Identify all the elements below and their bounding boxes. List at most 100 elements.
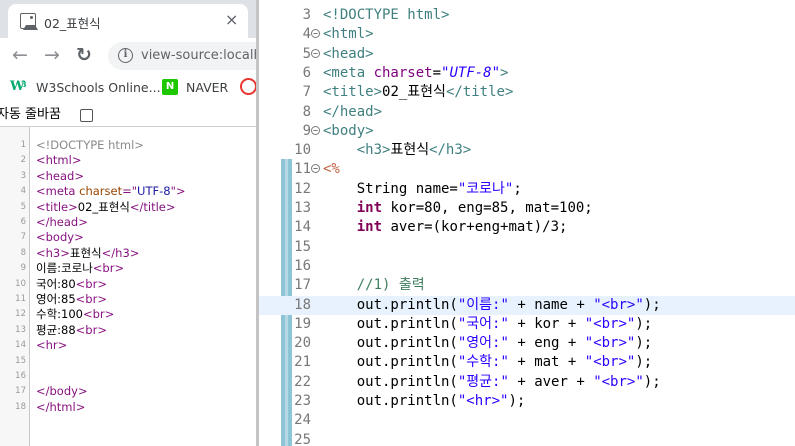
source-token: 국어:80	[36, 276, 76, 291]
code-text[interactable]: out.println("국어:" + kor + "<br>");	[323, 315, 653, 334]
code-line[interactable]: 22 out.println("평균:" + aver + "<br>");	[259, 373, 795, 392]
fold-toggle-icon[interactable]: −	[311, 125, 320, 135]
code-line[interactable]: 3 <!DOCTYPE html>	[259, 6, 795, 25]
code-token: int	[356, 200, 383, 216]
info-icon[interactable]: i	[118, 48, 133, 63]
code-line[interactable]: 17 //1) 출력	[259, 276, 795, 295]
code-line[interactable]: 9− <body>	[259, 122, 795, 141]
source-line-code: <meta charset="UTF-8">	[36, 184, 186, 199]
code-line[interactable]: 21 out.println("수학:" + mat + "<br>");	[259, 353, 795, 372]
code-line[interactable]: 14 int aver=(kor+eng+mat)/3;	[259, 218, 795, 237]
code-text[interactable]: out.println("수학:" + mat + "<br>");	[323, 353, 653, 372]
divider	[0, 126, 256, 127]
source-line-code: 수학:100<br>	[36, 307, 114, 322]
code-text[interactable]: <h3>표현식</h3>	[323, 141, 472, 160]
code-line[interactable]: 15	[259, 238, 795, 257]
source-line-number: 7	[20, 232, 26, 243]
line-number: 25	[294, 431, 311, 446]
line-number: 16	[294, 257, 311, 274]
fold-toggle-icon[interactable]: −	[311, 48, 320, 58]
code-line[interactable]: 13 int kor=80, eng=85, mat=100;	[259, 199, 795, 218]
code-line[interactable]: 24	[259, 411, 795, 430]
code-token: int	[356, 219, 383, 236]
source-line: 3 <head>	[0, 169, 256, 184]
code-text[interactable]: <html>	[323, 25, 374, 44]
code-line[interactable]: 12 String name="코로나";	[259, 180, 795, 199]
code-text[interactable]: <meta charset="UTF-8">	[323, 64, 508, 83]
bookmark-naver[interactable]: NAVER	[186, 78, 228, 98]
bookmark-w3schools[interactable]: W3Schools Online...	[36, 78, 161, 98]
line-number: 17	[294, 277, 311, 294]
current-code-line[interactable]: 18 out.println("이름:" + name + "<br>");	[259, 295, 795, 315]
source-line-number: 9	[20, 263, 26, 274]
line-number: 24	[294, 412, 311, 429]
code-line[interactable]: 23 out.println("<hr>");	[259, 392, 795, 411]
code-token: );	[643, 296, 661, 313]
code-text[interactable]: //1) 출력	[323, 276, 425, 295]
source-line: 12 수학:100<br>	[0, 307, 256, 322]
address-bar[interactable]: i view-source:localh	[108, 42, 256, 70]
source-token: </body>	[36, 384, 88, 399]
code-text[interactable]: out.println("<hr>");	[323, 392, 526, 411]
line-wrap-checkbox[interactable]	[80, 109, 93, 122]
source-line: 5 <title>02_표현식</title>	[0, 200, 256, 215]
url-text[interactable]: view-source:localh	[141, 48, 256, 63]
code-line[interactable]: 4− <html>	[259, 25, 795, 44]
code-text[interactable]: <body>	[323, 122, 374, 141]
source-line: 10 국어:80<br>	[0, 277, 256, 292]
source-line-number: 6	[20, 217, 26, 227]
source-token: <meta	[36, 184, 80, 199]
source-line-number: 10	[15, 278, 26, 289]
code-line[interactable]: 16	[259, 257, 795, 276]
code-line[interactable]: 5− <head>	[259, 45, 795, 64]
source-line-number: 3	[20, 170, 26, 181]
reload-icon[interactable]: ↻	[76, 45, 92, 65]
code-line[interactable]: 11− <%	[259, 160, 795, 179]
code-line[interactable]: 10 <h3>표현식</h3>	[259, 141, 795, 160]
line-number: 21	[294, 354, 311, 371]
back-arrow-icon[interactable]: ←	[12, 45, 28, 65]
source-token: 이름:코로나	[36, 261, 93, 276]
close-icon[interactable]: ×	[225, 10, 238, 29]
code-text[interactable]: out.println("평균:" + aver + "<br>");	[323, 373, 661, 392]
code-token: out.println(	[323, 335, 458, 352]
source-token: <head>	[36, 168, 84, 183]
fold-toggle-icon[interactable]: −	[311, 29, 320, 39]
source-line-code: <!DOCTYPE html>	[36, 138, 144, 153]
line-number: 8	[302, 103, 311, 120]
code-token: //1) 출력	[356, 277, 425, 294]
code-text[interactable]: <!DOCTYPE html>	[323, 6, 449, 25]
code-line[interactable]: 8 </head>	[259, 103, 795, 122]
red-circle-icon[interactable]	[240, 78, 256, 95]
code-text[interactable]: out.println("영어:" + eng + "<br>");	[323, 334, 653, 353]
source-line: 16	[0, 369, 256, 384]
code-token: "<br>"	[584, 354, 636, 371]
code-line[interactable]: 7 <title>02_표현식</title>	[259, 83, 795, 102]
code-text[interactable]: int kor=80, eng=85, mat=100;	[323, 199, 593, 218]
code-text[interactable]: <%	[323, 160, 340, 179]
code-line[interactable]: 20 out.println("영어:" + eng + "<br>");	[259, 334, 795, 353]
code-text[interactable]: out.println("이름:" + name + "<br>");	[323, 296, 661, 315]
fold-toggle-icon[interactable]: −	[311, 164, 320, 174]
source-token: <body>	[36, 230, 84, 245]
line-number: 7	[302, 84, 311, 101]
code-token: charset	[373, 64, 433, 81]
source-line: 7 <body>	[0, 230, 256, 245]
source-line: 13 평균:88<br>	[0, 323, 256, 338]
source-line-code: </head>	[36, 215, 88, 230]
forward-arrow-icon[interactable]: →	[44, 45, 60, 65]
code-token: 표현식	[390, 142, 430, 159]
code-text[interactable]: int aver=(kor+eng+mat)/3;	[323, 218, 568, 237]
source-token: </title>	[129, 199, 176, 214]
code-text[interactable]: <head>	[323, 45, 374, 64]
code-text[interactable]: String name="코로나";	[323, 180, 522, 199]
code-line[interactable]: 19 out.println("국어:" + kor + "<br>");	[259, 315, 795, 334]
code-text[interactable]: </head>	[323, 103, 382, 122]
code-token: "<br>"	[593, 373, 644, 390]
code-text[interactable]: <title>02_표현식</title>	[323, 83, 513, 102]
code-line[interactable]: 6 <meta charset="UTF-8">	[259, 64, 795, 83]
code-line[interactable]: 25	[259, 431, 795, 446]
browser-tab[interactable]: 02_표현식 ×	[8, 4, 248, 38]
